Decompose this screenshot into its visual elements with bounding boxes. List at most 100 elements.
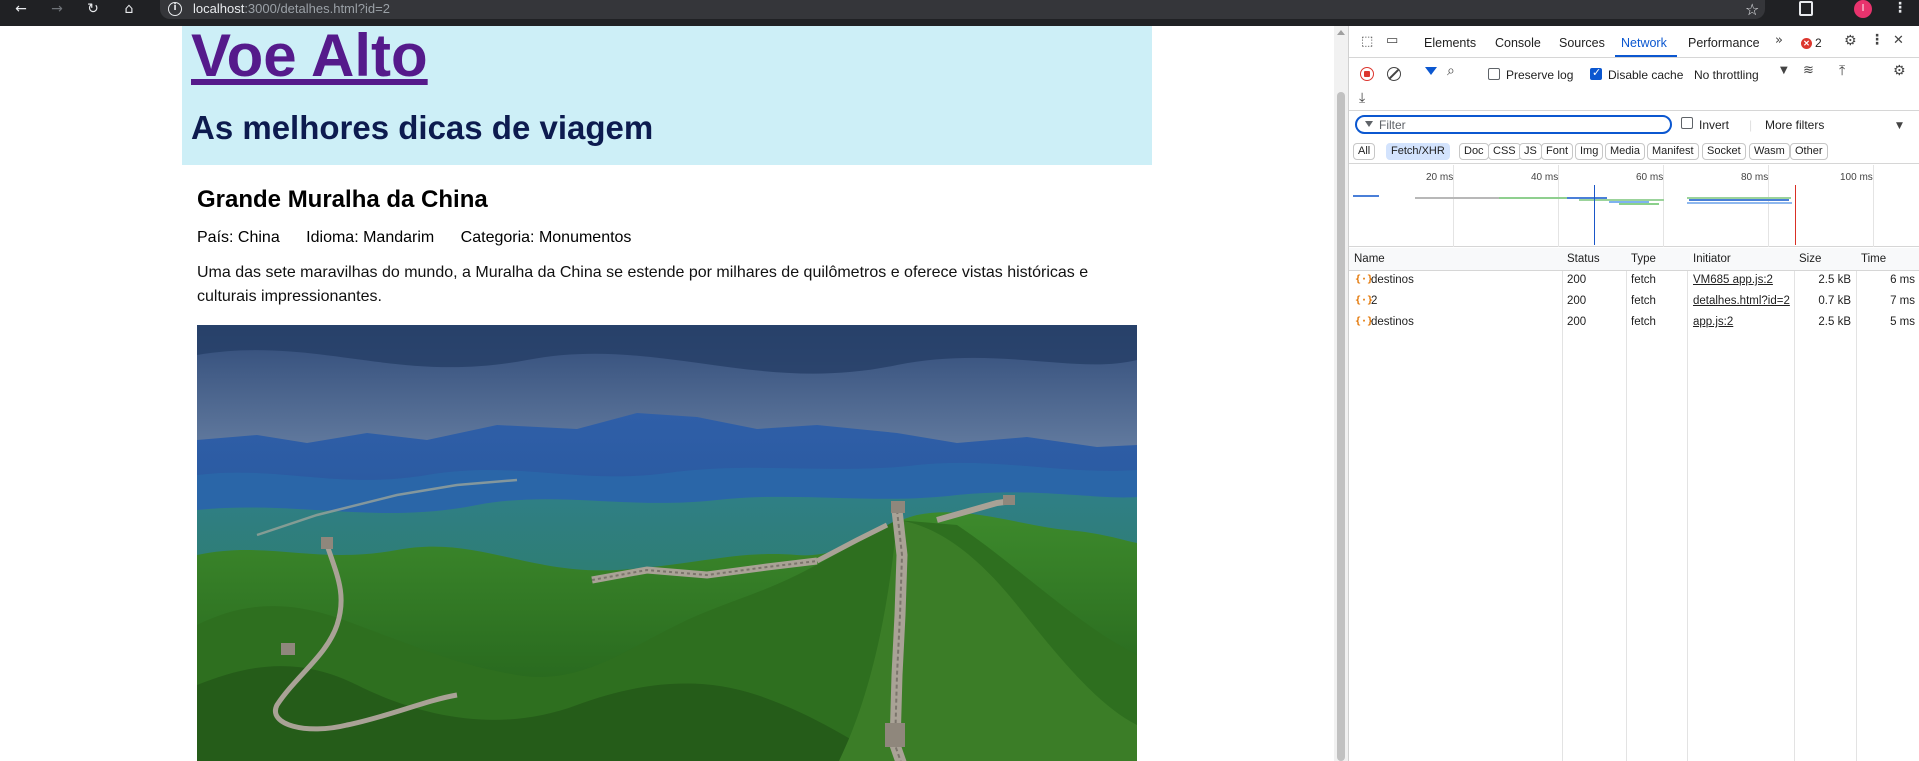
export-har-icon[interactable]: ⤓ (1359, 90, 1365, 106)
tab-network[interactable]: Network (1621, 36, 1667, 50)
browser-toolbar: ← → ↻ ⌂ i localhost:3000/detalhes.html?i… (0, 0, 1919, 26)
filter-row: Invert | More filters ▼ (1349, 112, 1919, 140)
timeline-tick-label: 20 ms (1426, 172, 1454, 183)
address-bar[interactable]: i localhost:3000/detalhes.html?id=2 (160, 0, 1765, 19)
inspect-element-icon[interactable]: ⬚ (1361, 34, 1373, 49)
destination-title: Grande Muralha da China (197, 186, 488, 213)
type-filter-css[interactable]: CSS (1488, 143, 1521, 160)
request-status: 200 (1567, 295, 1587, 307)
preserve-log-checkbox[interactable] (1488, 68, 1500, 80)
column-header-time[interactable]: Time (1861, 253, 1886, 265)
browser-menu-icon[interactable]: ⋮ (1893, 0, 1907, 16)
type-filter-all[interactable]: All (1353, 143, 1376, 160)
type-filter-manifest[interactable]: Manifest (1647, 143, 1699, 160)
timeline-tick-label: 100 ms (1840, 172, 1873, 183)
network-settings-gear-icon[interactable]: ⚙ (1893, 63, 1906, 79)
tab-performance[interactable]: Performance (1688, 36, 1760, 50)
site-title-link[interactable]: Voe Alto (191, 26, 428, 90)
column-header-status[interactable]: Status (1567, 253, 1600, 265)
url-host: localhost (193, 1, 245, 16)
tab-sources[interactable]: Sources (1559, 36, 1605, 50)
request-type: fetch (1631, 316, 1656, 328)
scroll-up-arrow-icon[interactable] (1337, 30, 1345, 35)
error-count[interactable]: 2 (1815, 36, 1822, 50)
type-filter-js[interactable]: JS (1519, 143, 1542, 160)
request-initiator[interactable]: detalhes.html?id=2 (1693, 295, 1790, 307)
table-row[interactable]: {·} destinos 200 fetch app.js:2 2.5 kB 5… (1349, 313, 1919, 334)
type-filter-socket[interactable]: Socket (1702, 143, 1746, 160)
timeline-bar (1689, 199, 1789, 201)
request-size: 2.5 kB (1818, 316, 1851, 328)
record-stop-icon[interactable] (1360, 67, 1374, 81)
request-size: 0.7 kB (1818, 295, 1851, 307)
throttling-select[interactable]: No throttling (1694, 68, 1759, 82)
resource-type-filters: All Fetch/XHR Doc CSS JS Font Img Media … (1349, 140, 1919, 164)
more-filters-chevron-icon[interactable]: ▼ (1896, 121, 1903, 131)
network-request-table: Name Status Type Initiator Size Time {·}… (1349, 248, 1919, 761)
type-filter-doc[interactable]: Doc (1459, 143, 1489, 160)
request-initiator[interactable]: app.js:2 (1693, 316, 1733, 328)
scrollbar-thumb[interactable] (1337, 92, 1345, 761)
network-conditions-icon[interactable]: ≋ (1803, 63, 1814, 78)
tab-elements[interactable]: Elements (1424, 36, 1476, 50)
column-header-size[interactable]: Size (1799, 253, 1821, 265)
search-icon[interactable]: ⌕ (1447, 63, 1455, 79)
filter-toggle-icon[interactable] (1425, 67, 1437, 75)
chevron-down-icon[interactable]: ▼ (1780, 65, 1788, 76)
clear-log-icon[interactable] (1387, 67, 1401, 81)
url-text[interactable]: localhost:3000/detalhes.html?id=2 (193, 1, 390, 17)
filter-input[interactable] (1379, 117, 1659, 132)
reload-icon[interactable]: ↻ (80, 0, 106, 20)
page-scrollbar[interactable] (1334, 26, 1348, 761)
invert-checkbox[interactable] (1681, 117, 1693, 129)
destination-photo (197, 325, 1137, 761)
site-info-icon[interactable]: i (168, 2, 182, 16)
timeline-tick-label: 80 ms (1741, 172, 1769, 183)
type-filter-wasm[interactable]: Wasm (1749, 143, 1790, 160)
request-status: 200 (1567, 274, 1587, 286)
tab-console[interactable]: Console (1495, 36, 1541, 50)
network-overview-timeline[interactable]: 20 ms 40 ms 60 ms 80 ms 100 ms (1349, 165, 1919, 247)
devtools-tab-bar: ⬚ ▭ Elements Console Sources Network Per… (1349, 26, 1919, 58)
request-initiator[interactable]: VM685 app.js:2 (1693, 274, 1773, 286)
request-name[interactable]: destinos (1371, 316, 1414, 328)
more-filters-button[interactable]: More filters (1765, 118, 1824, 132)
timeline-tick-label: 60 ms (1636, 172, 1664, 183)
active-tab-indicator (1615, 55, 1677, 57)
great-wall-photo (197, 325, 1137, 761)
settings-gear-icon[interactable]: ⚙ (1844, 33, 1857, 49)
table-row[interactable]: {·} destinos 200 fetch VM685 app.js:2 2.… (1349, 271, 1919, 292)
type-filter-other[interactable]: Other (1790, 143, 1828, 160)
type-filter-font[interactable]: Font (1541, 143, 1574, 160)
forward-icon[interactable]: → (44, 0, 70, 20)
request-name[interactable]: 2 (1371, 295, 1377, 307)
back-icon[interactable]: ← (8, 0, 34, 20)
invert-label[interactable]: Invert (1699, 118, 1729, 132)
type-filter-fetch-xhr[interactable]: Fetch/XHR (1386, 143, 1450, 160)
device-toolbar-icon[interactable]: ▭ (1386, 33, 1398, 48)
column-header-initiator[interactable]: Initiator (1693, 253, 1731, 265)
home-icon[interactable]: ⌂ (116, 0, 142, 20)
disable-cache-checkbox[interactable] (1590, 66, 1602, 80)
table-row[interactable]: {·} 2 200 fetch detalhes.html?id=2 0.7 k… (1349, 292, 1919, 313)
devtools-panel: ⬚ ▭ Elements Console Sources Network Per… (1348, 26, 1919, 761)
preserve-log-label[interactable]: Preserve log (1506, 68, 1573, 82)
request-time: 6 ms (1890, 274, 1915, 286)
column-header-name[interactable]: Name (1354, 253, 1385, 265)
type-filter-img[interactable]: Img (1575, 143, 1604, 160)
request-name[interactable]: destinos (1371, 274, 1414, 286)
more-tabs-icon[interactable]: » (1775, 33, 1783, 48)
import-har-icon[interactable]: ⤒ (1839, 63, 1845, 79)
table-header: Name Status Type Initiator Size Time (1349, 248, 1919, 271)
filter-box[interactable] (1355, 115, 1672, 134)
request-size: 2.5 kB (1818, 274, 1851, 286)
disable-cache-label[interactable]: Disable cache (1608, 68, 1683, 82)
column-header-type[interactable]: Type (1631, 253, 1656, 265)
extensions-icon[interactable] (1799, 1, 1813, 16)
error-icon[interactable]: ✕ (1801, 38, 1812, 49)
bookmark-star-icon[interactable]: ☆ (1745, 0, 1759, 19)
profile-avatar[interactable]: I (1854, 0, 1872, 18)
type-filter-media[interactable]: Media (1605, 143, 1645, 160)
devtools-menu-icon[interactable]: ⋮ (1870, 32, 1884, 48)
close-devtools-icon[interactable]: ✕ (1893, 33, 1904, 48)
